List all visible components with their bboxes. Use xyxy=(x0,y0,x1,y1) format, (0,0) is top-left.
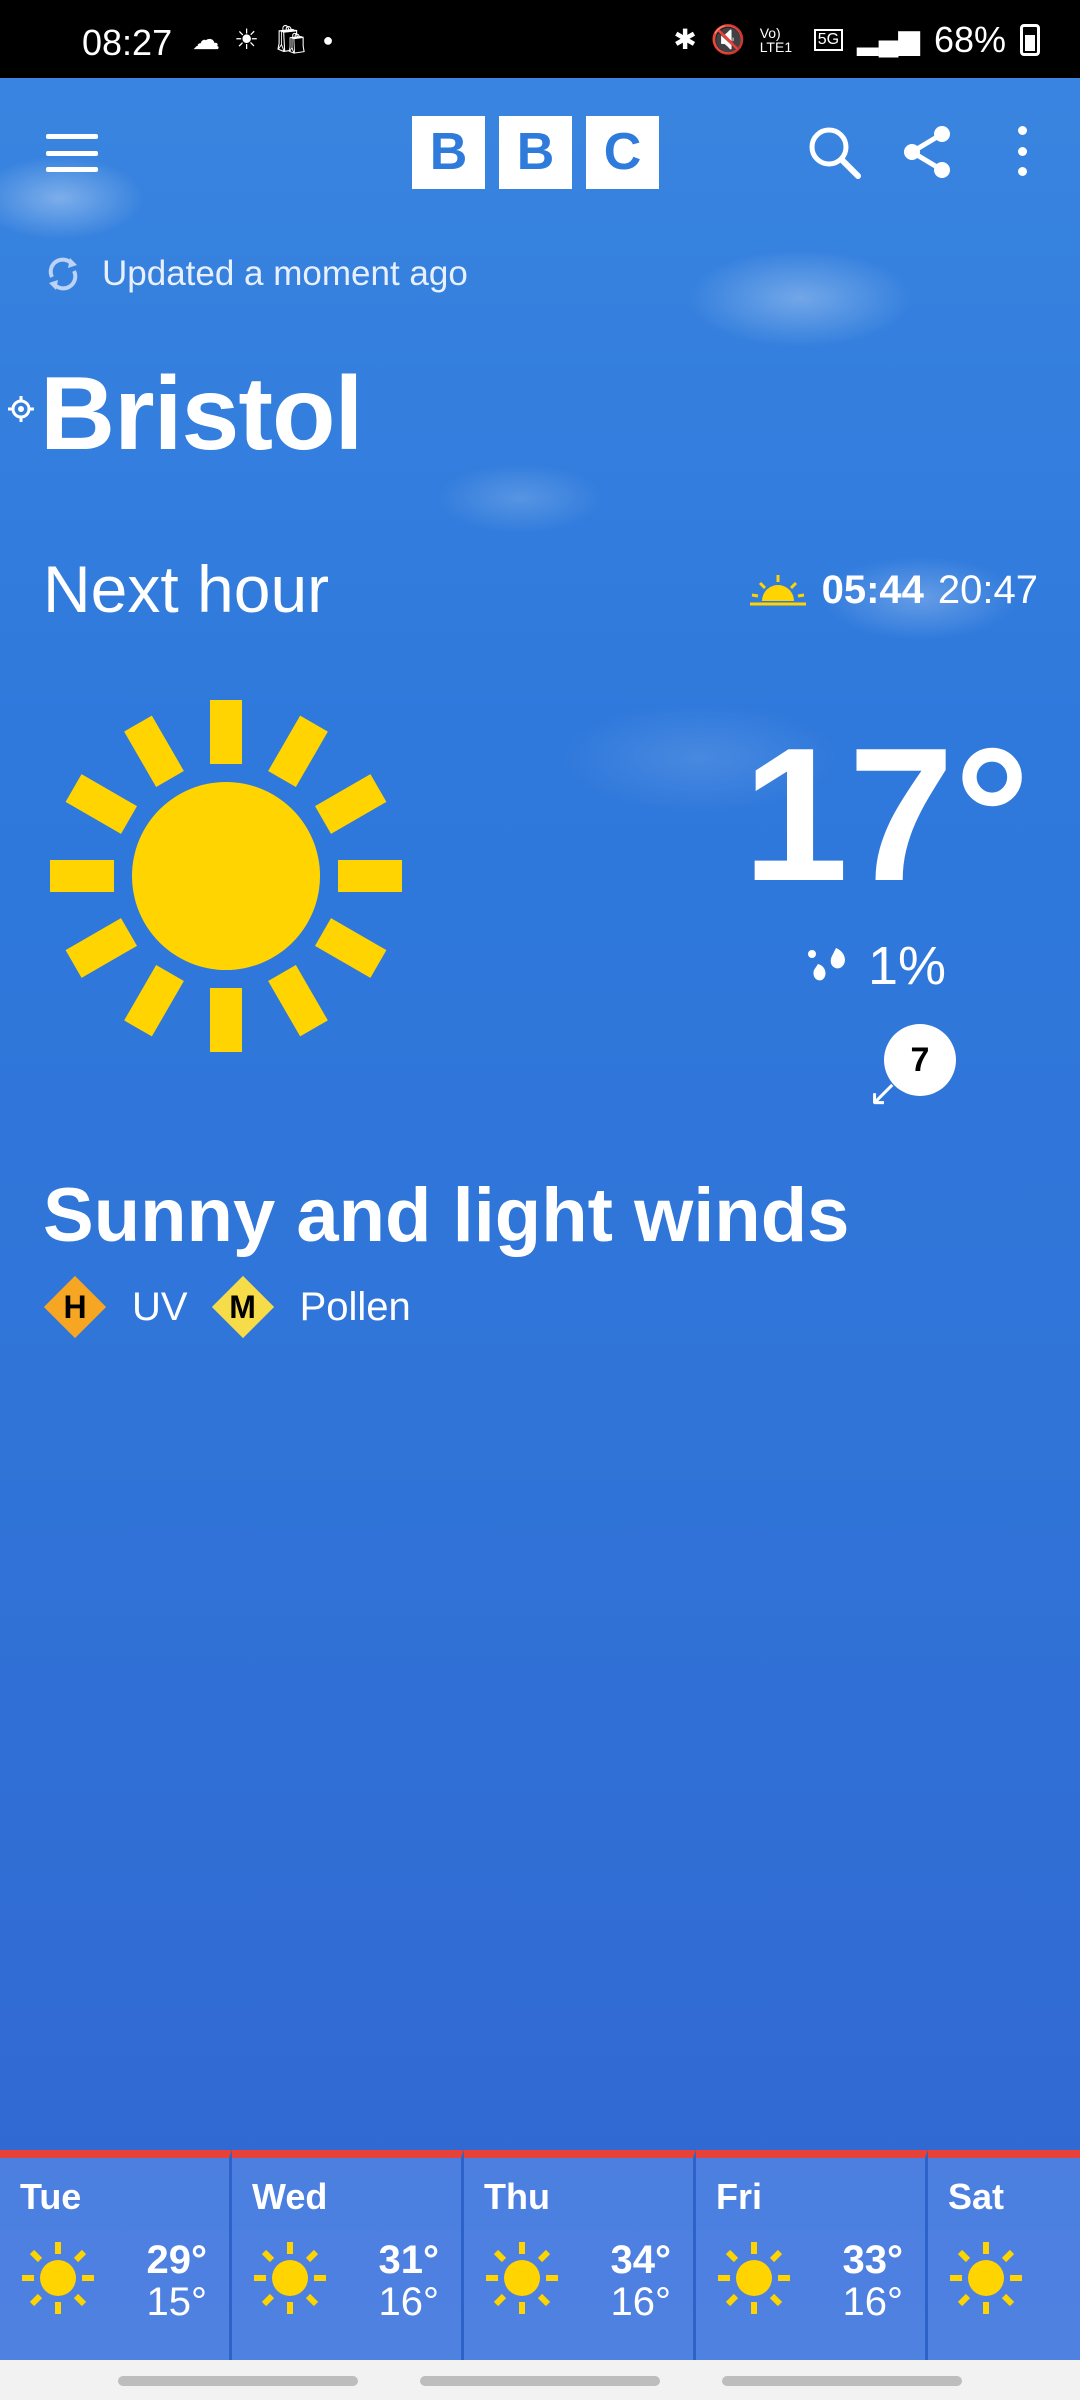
day-low-temp: 16° xyxy=(842,2280,904,2324)
mute-icon: 🔇 xyxy=(710,24,746,55)
day-name: Fri xyxy=(716,2176,763,2217)
cloud-icon: ☁ xyxy=(192,24,220,55)
dot-icon: ● xyxy=(322,30,334,50)
day-name: Wed xyxy=(252,2176,328,2217)
uv-label: UV xyxy=(132,1284,188,1329)
day-high-temp: 34° xyxy=(610,2238,672,2282)
sunny-icon xyxy=(486,2242,558,2314)
sunrise-icon xyxy=(749,574,806,605)
precipitation-chance: 1% xyxy=(806,935,946,997)
share-icon[interactable] xyxy=(900,124,956,185)
forecast-strip[interactable]: Tue 29° 15° Wed 31° 16° Thu 34° 16° Fri … xyxy=(0,2150,1080,2360)
network-label: 5G xyxy=(813,29,844,51)
day-low-temp: 15° xyxy=(146,2280,208,2324)
sunny-weather-icon xyxy=(46,696,406,1061)
refresh-status[interactable]: Updated a moment ago xyxy=(44,254,468,294)
forecast-day-tue[interactable]: Tue 29° 15° xyxy=(0,2150,232,2360)
sunny-icon xyxy=(950,2242,1022,2314)
page-indicator[interactable] xyxy=(722,2376,962,2386)
refresh-icon[interactable] xyxy=(44,255,82,293)
status-bar: 08:27 ☁ ☀ 🛍 ● ✱ 🔇 Vo) LTE1 5G ▂▄▆ 68% xyxy=(0,0,1080,78)
precipitation-value: 1% xyxy=(868,936,947,996)
day-low-temp: 16° xyxy=(610,2280,672,2324)
search-icon[interactable] xyxy=(806,124,862,185)
day-high-temp: 33° xyxy=(842,2238,904,2282)
updated-text: Updated a moment ago xyxy=(102,254,468,293)
battery-percent: 68% xyxy=(933,19,1006,60)
uv-badge[interactable]: H UV xyxy=(44,1276,188,1338)
signal-icon: ▂▄▆ xyxy=(857,24,920,55)
page-indicator[interactable] xyxy=(420,2376,660,2386)
status-system-icons: ✱ 🔇 Vo) LTE1 5G ▂▄▆ 68% xyxy=(673,18,1040,62)
wind-direction-icon: ↙ xyxy=(868,1072,899,1113)
shopping-bag-icon: 🛍 xyxy=(273,24,309,55)
uv-level-icon: H xyxy=(44,1276,106,1338)
logo-letter: C xyxy=(586,116,659,189)
location-icon xyxy=(8,396,34,427)
bbc-logo: B B C xyxy=(412,116,659,189)
forecast-day-sat[interactable]: Sat xyxy=(928,2150,1080,2360)
forecast-day-wed[interactable]: Wed 31° 16° xyxy=(232,2150,464,2360)
sunny-icon xyxy=(22,2242,94,2314)
status-notification-icons: ☁ ☀ 🛍 ● xyxy=(192,20,334,60)
logo-letter: B xyxy=(499,116,572,189)
carrier-label: Vo) LTE1 xyxy=(759,25,793,55)
day-high-temp: 31° xyxy=(378,2238,440,2282)
menu-icon[interactable] xyxy=(46,134,98,172)
battery-icon xyxy=(1020,24,1040,56)
page-indicator[interactable] xyxy=(118,2376,358,2386)
bluetooth-icon: ✱ xyxy=(673,24,697,55)
day-low-temp: 16° xyxy=(378,2280,440,2324)
weather-summary: Sunny and light winds xyxy=(43,1173,850,1258)
forecast-day-thu[interactable]: Thu 34° 16° xyxy=(464,2150,696,2360)
sun-icon: ☀ xyxy=(234,24,260,55)
environment-badges: H UV M Pollen xyxy=(44,1276,411,1338)
status-time: 08:27 xyxy=(82,22,173,63)
sunny-icon xyxy=(254,2242,326,2314)
city-name[interactable]: Bristol xyxy=(40,355,363,474)
next-hour-label: Next hour xyxy=(43,552,330,626)
sunny-icon xyxy=(718,2242,790,2314)
day-name: Thu xyxy=(484,2176,550,2217)
pollen-label: Pollen xyxy=(299,1284,411,1329)
pollen-level-icon: M xyxy=(212,1276,274,1338)
more-options-icon[interactable] xyxy=(1012,126,1032,176)
day-name: Tue xyxy=(20,2176,82,2217)
pollen-badge[interactable]: M Pollen xyxy=(212,1276,411,1338)
day-name: Sat xyxy=(948,2176,1005,2217)
raindrops-icon xyxy=(808,948,845,981)
sunrise-time: 05:44 xyxy=(821,568,924,612)
forecast-day-fri[interactable]: Fri 33° 16° xyxy=(696,2150,928,2360)
sun-times: 05:44 20:47 xyxy=(748,568,1038,613)
day-high-temp: 29° xyxy=(146,2238,208,2282)
sunset-time: 20:47 xyxy=(937,568,1038,612)
logo-letter: B xyxy=(412,116,485,189)
forecast-scroll-indicator xyxy=(0,2360,1080,2400)
current-temperature: 17° xyxy=(742,709,1030,921)
